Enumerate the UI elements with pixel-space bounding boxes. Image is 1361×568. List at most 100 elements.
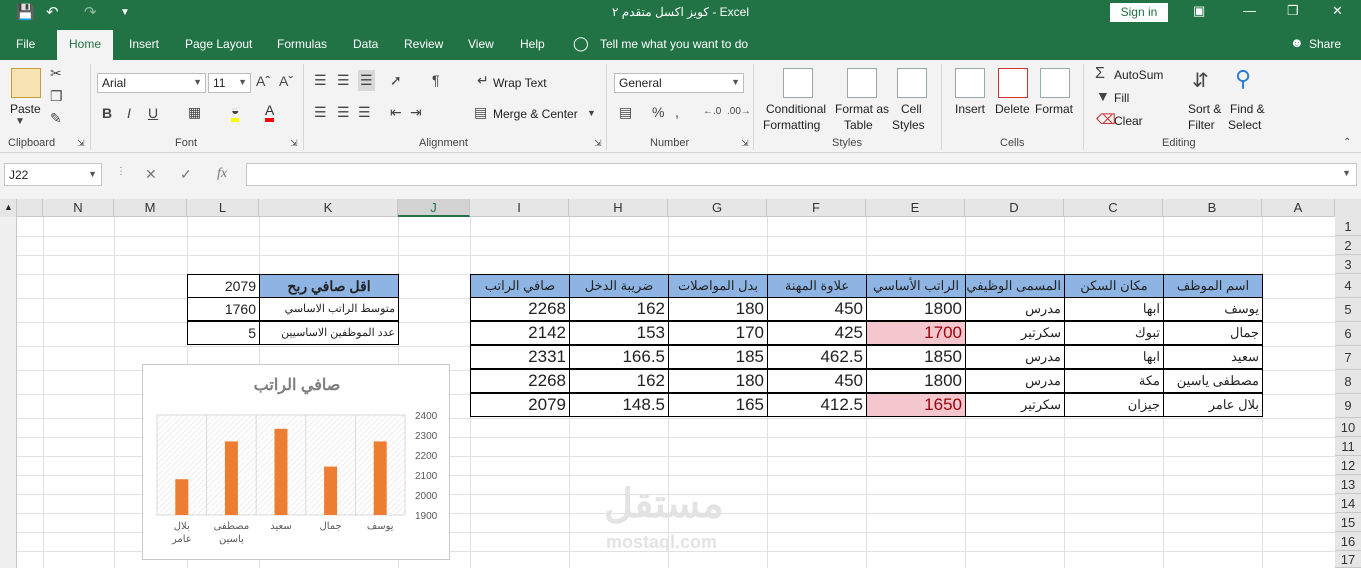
table-cell[interactable]: 450 bbox=[767, 369, 867, 393]
font-size-combo[interactable]: 11 ▼ bbox=[208, 73, 251, 93]
table-cell[interactable]: 462.5 bbox=[767, 345, 867, 369]
column-header-a[interactable]: A bbox=[1262, 199, 1335, 217]
font-name-combo[interactable]: Arial ▼ bbox=[97, 73, 206, 93]
insert-cells-button[interactable]: Insert bbox=[955, 102, 985, 116]
copy-icon[interactable]: ❐ bbox=[50, 88, 63, 105]
chart-bar[interactable] bbox=[373, 441, 387, 515]
ribbon-display-options-icon[interactable]: ▣ bbox=[1193, 3, 1205, 19]
table-cell[interactable]: جيزان bbox=[1064, 393, 1164, 417]
table-cell[interactable]: 165 bbox=[668, 393, 768, 417]
column-header-m[interactable]: M bbox=[114, 199, 187, 217]
summary-avg-salary-value[interactable]: 1760 bbox=[187, 297, 260, 321]
summary-min-net-value[interactable]: 2079 bbox=[187, 274, 260, 298]
table-cell[interactable]: سعيد bbox=[1163, 345, 1263, 369]
table-cell[interactable]: بلال عامر bbox=[1163, 393, 1263, 417]
restore-icon[interactable]: ❐ bbox=[1287, 3, 1299, 19]
collapse-ribbon-icon[interactable]: ⌃ bbox=[1343, 137, 1351, 148]
table-cell[interactable]: 2268 bbox=[470, 297, 570, 321]
underline-icon[interactable]: U bbox=[148, 105, 158, 121]
decrease-font-size-icon[interactable]: Aˇ bbox=[279, 73, 293, 89]
format-painter-icon[interactable]: ✎ bbox=[50, 110, 62, 127]
header-transport-allowance[interactable]: بدل المواصلات bbox=[668, 274, 768, 298]
table-cell-highlighted[interactable]: 1650 bbox=[866, 393, 966, 417]
format-as-table-button-line2[interactable]: Table bbox=[844, 118, 873, 132]
tab-data[interactable]: Data bbox=[353, 37, 378, 51]
delete-cells-button[interactable]: Delete bbox=[995, 102, 1030, 116]
bottom-align-icon[interactable]: ☰ bbox=[358, 70, 375, 91]
header-profession-allowance[interactable]: علاوة المهنة bbox=[767, 274, 867, 298]
table-cell[interactable]: سكرتير bbox=[965, 393, 1065, 417]
bold-icon[interactable]: B bbox=[102, 105, 112, 121]
conditional-formatting-icon[interactable] bbox=[783, 68, 813, 98]
enter-icon[interactable]: ✓ bbox=[180, 166, 192, 183]
fill-icon[interactable]: ▼ bbox=[1096, 88, 1110, 104]
font-color-icon[interactable]: A bbox=[265, 102, 275, 122]
align-left-icon[interactable]: ☰ bbox=[314, 104, 327, 121]
increase-indent-icon[interactable]: ⇥ bbox=[410, 104, 422, 121]
table-cell[interactable]: يوسف bbox=[1163, 297, 1263, 321]
font-launcher-icon[interactable]: ⇲ bbox=[290, 138, 298, 149]
header-residence[interactable]: مكان السكن bbox=[1064, 274, 1164, 298]
column-header-b[interactable]: B bbox=[1163, 199, 1262, 217]
row-header-10[interactable]: 10 bbox=[1335, 418, 1361, 437]
header-job-title[interactable]: المسمى الوظيفي bbox=[965, 274, 1065, 298]
table-cell[interactable]: 153 bbox=[569, 321, 669, 345]
sort-filter-icon[interactable]: ⇵ bbox=[1192, 68, 1209, 93]
row-header-2[interactable]: 2 bbox=[1335, 236, 1361, 255]
table-cell[interactable]: تبوك bbox=[1064, 321, 1164, 345]
table-cell[interactable]: 2079 bbox=[470, 393, 570, 417]
table-cell[interactable]: مدرس bbox=[965, 345, 1065, 369]
row-header-16[interactable]: 16 bbox=[1335, 532, 1361, 551]
table-cell[interactable]: 166.5 bbox=[569, 345, 669, 369]
row-header-8[interactable]: 8 bbox=[1335, 370, 1361, 394]
table-cell[interactable]: 180 bbox=[668, 297, 768, 321]
orientation-icon[interactable]: ➚ bbox=[390, 72, 402, 89]
table-cell[interactable]: 185 bbox=[668, 345, 768, 369]
column-header-k[interactable]: K bbox=[259, 199, 398, 217]
cancel-icon[interactable]: ✕ bbox=[145, 166, 157, 183]
alignment-launcher-icon[interactable]: ⇲ bbox=[594, 138, 602, 149]
row-header-13[interactable]: 13 bbox=[1335, 475, 1361, 494]
merge-dropdown-icon[interactable]: ▼ bbox=[587, 108, 596, 118]
row-header-7[interactable]: 7 bbox=[1335, 346, 1361, 370]
row-header-5[interactable]: 5 bbox=[1335, 298, 1361, 322]
conditional-formatting-button-line2[interactable]: Formatting bbox=[763, 118, 820, 132]
percent-style-icon[interactable]: % bbox=[652, 104, 664, 120]
share-button[interactable]: Share bbox=[1309, 37, 1341, 51]
column-header-l[interactable]: L bbox=[187, 199, 259, 217]
sort-filter-button-line2[interactable]: Filter bbox=[1188, 118, 1215, 132]
column-header-d[interactable]: D bbox=[965, 199, 1064, 217]
summary-avg-salary-label[interactable]: متوسط الراتب الاساسي bbox=[259, 297, 399, 321]
decrease-decimal-icon[interactable]: .00→ bbox=[727, 106, 751, 117]
table-cell[interactable]: 148.5 bbox=[569, 393, 669, 417]
table-cell[interactable]: ابها bbox=[1064, 345, 1164, 369]
tell-me-search[interactable]: Tell me what you want to do bbox=[600, 37, 748, 51]
number-launcher-icon[interactable]: ⇲ bbox=[741, 138, 749, 149]
clipboard-launcher-icon[interactable]: ⇲ bbox=[77, 138, 85, 149]
table-cell[interactable]: 170 bbox=[668, 321, 768, 345]
cut-icon[interactable]: ✂ bbox=[50, 65, 62, 82]
table-cell[interactable]: 1800 bbox=[866, 369, 966, 393]
summary-employee-count-value[interactable]: 5 bbox=[187, 321, 260, 345]
name-box[interactable]: J22 ▼ bbox=[4, 163, 102, 186]
chevron-down-icon[interactable]: ▼ bbox=[88, 169, 97, 179]
row-header-14[interactable]: 14 bbox=[1335, 494, 1361, 513]
row-header-12[interactable]: 12 bbox=[1335, 456, 1361, 475]
middle-align-icon[interactable]: ☰ bbox=[337, 72, 350, 89]
vertical-scrollbar[interactable] bbox=[0, 217, 17, 568]
table-cell[interactable]: جمال bbox=[1163, 321, 1263, 345]
table-cell[interactable]: 2268 bbox=[470, 369, 570, 393]
table-cell[interactable]: 1800 bbox=[866, 297, 966, 321]
wrap-text-icon[interactable]: ↵ bbox=[477, 72, 489, 89]
accounting-format-icon[interactable]: ▤ bbox=[619, 104, 632, 121]
table-cell-highlighted[interactable]: 1700 bbox=[866, 321, 966, 345]
sort-filter-button[interactable]: Sort & bbox=[1188, 102, 1221, 116]
fill-color-icon[interactable]: ◒ bbox=[231, 102, 240, 122]
table-cell[interactable]: 425 bbox=[767, 321, 867, 345]
insert-cells-icon[interactable] bbox=[955, 68, 985, 98]
find-select-button[interactable]: Find & bbox=[1230, 102, 1265, 116]
table-cell[interactable]: 1850 bbox=[866, 345, 966, 369]
table-cell[interactable]: مدرس bbox=[965, 297, 1065, 321]
table-cell[interactable]: 450 bbox=[767, 297, 867, 321]
table-cell[interactable]: سكرتير bbox=[965, 321, 1065, 345]
